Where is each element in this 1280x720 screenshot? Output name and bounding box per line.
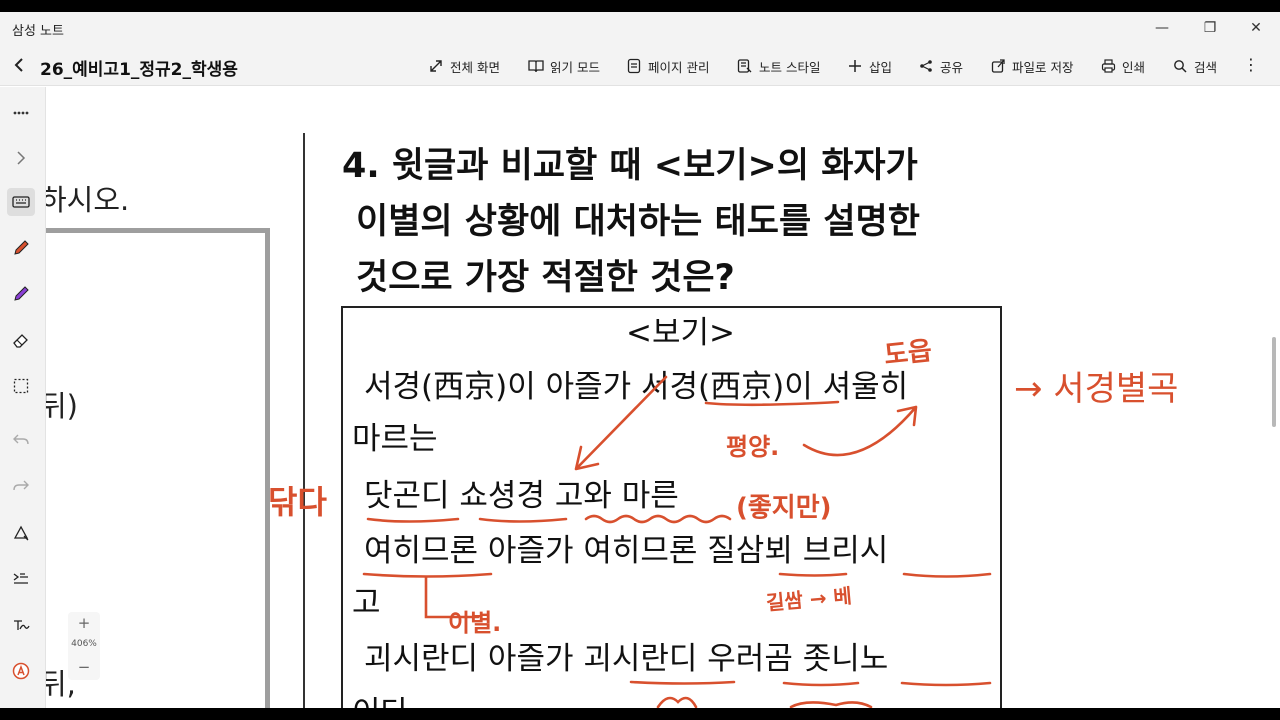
plus-icon — [847, 58, 863, 74]
minimize-button[interactable]: — — [1150, 18, 1174, 38]
bogi-line-5: 고 — [352, 585, 381, 621]
title-bar: 삼성 노트 — ❐ ✕ — [0, 12, 1280, 44]
left-page-text-1: 하시오. — [46, 183, 130, 217]
print-icon — [1100, 58, 1116, 74]
close-button[interactable]: ✕ — [1244, 18, 1268, 38]
style-icon — [737, 58, 753, 74]
save-as-file-button[interactable]: 파일로 저장 — [990, 56, 1073, 76]
back-button[interactable] — [8, 53, 30, 77]
column-divider — [303, 133, 305, 708]
eraser-icon[interactable] — [7, 326, 35, 354]
note-style-label: 노트 스타일 — [759, 59, 821, 75]
fullscreen-icon — [428, 58, 444, 74]
annotation-parting: 이별. — [448, 609, 502, 637]
app-window: 삼성 노트 — ❐ ✕ 26_예비고1_정규2_학생용 전체 화면 읽기 모드 … — [0, 12, 1280, 708]
document-title: 26_예비고1_정규2_학생용 — [40, 60, 238, 80]
fullscreen-button[interactable]: 전체 화면 — [428, 56, 500, 76]
zoom-control: + 406% − — [68, 612, 100, 680]
bogi-line-4: 여히므론 아즐가 여히므론 질삼뵈 브리시 — [364, 533, 889, 569]
left-box-top-border — [46, 228, 269, 233]
zoom-in-button[interactable]: + — [68, 614, 100, 632]
share-button[interactable]: 공유 — [918, 56, 963, 76]
app-title: 삼성 노트 — [12, 24, 64, 39]
highlighter-icon[interactable] — [7, 280, 35, 308]
bogi-line-6: 괴시란디 아즐가 괴시란디 우러곰 좃니노 — [364, 641, 889, 677]
page-manage-label: 페이지 관리 — [648, 59, 710, 75]
insert-button[interactable]: 삽입 — [847, 56, 892, 76]
bogi-line-3: 닷곤디 쇼셩경 고와 마른 — [364, 478, 679, 514]
more-options-button[interactable]: ⋮ — [1242, 55, 1260, 75]
bogi-line-1: 서경(西京)이 아즐가 서경(西京)이 셔울히 — [364, 369, 909, 405]
maximize-button[interactable]: ❐ — [1198, 18, 1222, 38]
annotation-capital: 도읍 — [882, 336, 934, 371]
share-icon — [918, 58, 934, 74]
export-icon — [990, 58, 1006, 74]
book-icon — [528, 58, 544, 74]
left-page-text-2: 뒤) — [46, 389, 78, 423]
fullscreen-label: 전체 화면 — [450, 59, 500, 75]
shape-icon[interactable] — [7, 519, 35, 547]
zoom-level: 406% — [71, 639, 97, 649]
page-manage-button[interactable]: 페이지 관리 — [626, 56, 709, 76]
insert-label: 삽입 — [869, 59, 893, 75]
redo-icon[interactable] — [7, 472, 35, 500]
chevron-left-icon — [14, 58, 23, 72]
annotation-dakda: 닦다 — [268, 483, 327, 521]
print-label: 인쇄 — [1122, 59, 1146, 75]
note-canvas[interactable]: 하시오. 뒤) 뒤, + 406% − 4. 윗글과 비교할 때 <보기>의 화… — [46, 87, 1280, 708]
search-button[interactable]: 검색 — [1172, 56, 1217, 76]
ai-icon[interactable] — [7, 657, 35, 685]
bogi-line-2: 마르는 — [352, 421, 438, 457]
search-label: 검색 — [1194, 59, 1218, 75]
lasso-icon[interactable] — [7, 372, 35, 400]
handwriting-icon[interactable] — [7, 611, 35, 639]
share-label: 공유 — [940, 59, 964, 75]
note-style-button[interactable]: 노트 스타일 — [737, 56, 820, 76]
zoom-out-button[interactable]: − — [68, 658, 100, 676]
keyboard-icon[interactable] — [7, 188, 35, 216]
annotation-pyongyang: 평양. — [726, 433, 780, 461]
toolbar: 26_예비고1_정규2_학생용 전체 화면 읽기 모드 페이지 관리 노트 스타… — [0, 44, 1280, 86]
left-box-right-border — [265, 228, 270, 708]
question-line-3: 것으로 가장 적절한 것은? — [356, 258, 735, 298]
bogi-line-7: 이다 — [352, 687, 409, 708]
search-icon — [1172, 58, 1188, 74]
bogi-heading: <보기> — [626, 315, 735, 351]
tool-sidebar — [0, 87, 46, 708]
question-line-1: 4. 윗글과 비교할 때 <보기>의 화자가 — [342, 146, 918, 186]
undo-icon[interactable] — [7, 426, 35, 454]
annotation-seogyeong-byeolgok: → 서경별곡 — [1014, 369, 1179, 409]
reading-mode-label: 읽기 모드 — [550, 59, 600, 75]
grid-icon[interactable] — [7, 99, 35, 127]
pen-icon[interactable] — [7, 234, 35, 262]
vertical-scrollbar[interactable] — [1272, 337, 1276, 427]
chevron-right-icon[interactable] — [7, 144, 35, 172]
question-line-2: 이별의 상황에 대처하는 태도를 설명한 — [356, 202, 920, 242]
reading-mode-button[interactable]: 읽기 모드 — [528, 56, 600, 76]
print-button[interactable]: 인쇄 — [1100, 56, 1145, 76]
text-align-icon[interactable] — [7, 565, 35, 593]
save-as-file-label: 파일로 저장 — [1012, 59, 1074, 75]
annotation-good-but: (좋지만) — [736, 493, 832, 523]
page-icon — [626, 58, 642, 74]
